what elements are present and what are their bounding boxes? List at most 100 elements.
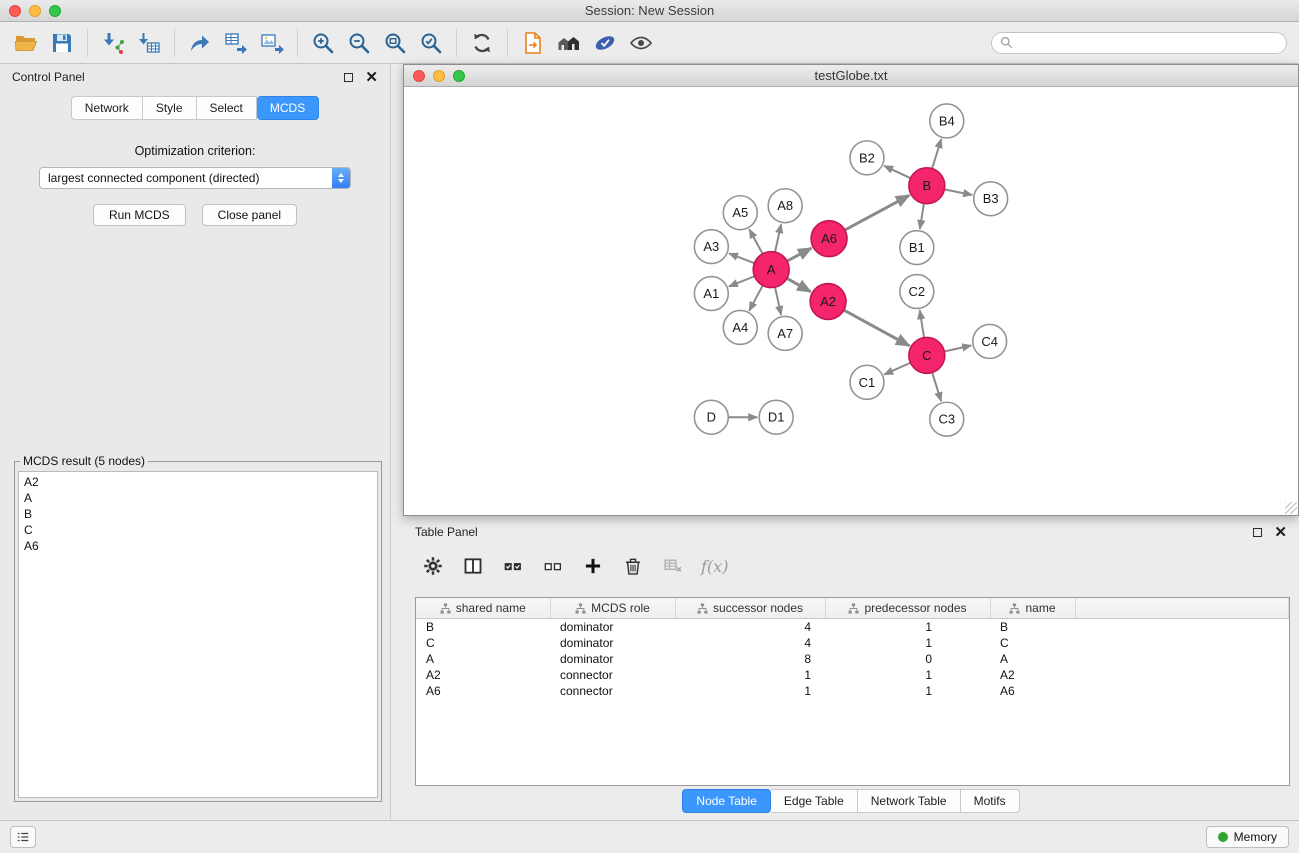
column-header-shared-name[interactable]: shared name — [416, 598, 550, 619]
mcds-result-item[interactable]: A2 — [24, 474, 372, 490]
list-icon — [16, 830, 30, 844]
application-window: Session: New Session — [0, 0, 1299, 853]
graph-node-label: A1 — [703, 286, 719, 301]
tab-network[interactable]: Network — [71, 96, 143, 120]
select-all-columns-button[interactable] — [501, 554, 525, 578]
export-table-icon — [224, 31, 248, 55]
create-column-button[interactable] — [581, 554, 605, 578]
mcds-result-item[interactable]: A — [24, 490, 372, 506]
graph-edge-C-C2[interactable] — [920, 310, 924, 337]
refresh-layout-button[interactable] — [464, 27, 500, 59]
network-minimize-button[interactable] — [433, 70, 445, 82]
graph-edge-A-A7[interactable] — [775, 287, 781, 315]
graph-edge-C-C4[interactable] — [944, 346, 971, 352]
status-bar: Memory — [0, 820, 1299, 853]
criterion-dropdown[interactable]: largest connected component (directed) — [39, 167, 351, 189]
graph-edge-B-B1[interactable] — [920, 203, 924, 228]
mcds-result-item[interactable]: B — [24, 506, 372, 522]
close-table-panel-icon[interactable]: ✕ — [1274, 525, 1287, 540]
table-row[interactable]: A6connector11A6 — [416, 683, 1289, 699]
import-network-button[interactable] — [95, 27, 131, 59]
run-mcds-button[interactable]: Run MCDS — [93, 204, 186, 226]
graphics-details-button[interactable] — [587, 27, 623, 59]
table-row[interactable]: Bdominator41B — [416, 619, 1289, 636]
show-hide-button[interactable] — [623, 27, 659, 59]
memory-button[interactable]: Memory — [1206, 826, 1289, 848]
graph-edge-C-C1[interactable] — [884, 363, 910, 375]
graph-edge-A-A2[interactable] — [787, 278, 811, 291]
zoom-selected-button[interactable] — [413, 27, 449, 59]
graph-edge-A-A6[interactable] — [787, 248, 811, 261]
graph-edge-A2-C[interactable] — [844, 310, 909, 346]
minimize-window-button[interactable] — [29, 5, 41, 17]
table-cell: 1 — [675, 667, 825, 683]
graph-edge-A-A3[interactable] — [729, 253, 754, 263]
export-network-icon — [188, 31, 212, 55]
resize-handle[interactable] — [1285, 502, 1297, 514]
import-network-icon — [101, 31, 125, 55]
graph-edge-A-A4[interactable] — [749, 285, 763, 310]
search-field[interactable] — [991, 32, 1287, 54]
graph-edge-B-B4[interactable] — [932, 139, 941, 169]
show-columns-button[interactable] — [461, 554, 485, 578]
column-header-successor-nodes[interactable]: successor nodes — [675, 598, 825, 619]
tab-select[interactable]: Select — [197, 96, 257, 120]
graph-node-label: C — [922, 348, 931, 363]
close-panel-icon[interactable]: ✕ — [365, 70, 378, 85]
graph-edge-C-C3[interactable] — [932, 373, 941, 402]
table-cell: dominator — [550, 635, 675, 651]
graph-edge-A-A8[interactable] — [775, 224, 781, 252]
float-table-panel-icon[interactable] — [1253, 528, 1262, 537]
task-history-button[interactable] — [10, 826, 36, 848]
graph-edge-B-B3[interactable] — [944, 189, 972, 195]
node-table[interactable]: shared name MCDS role successor nodes pr… — [415, 597, 1290, 786]
toolbar-separator — [297, 29, 298, 57]
search-input[interactable] — [1018, 36, 1278, 50]
zoom-fit-button[interactable] — [377, 27, 413, 59]
export-image-button[interactable] — [254, 27, 290, 59]
mcds-result-item[interactable]: A6 — [24, 538, 372, 554]
zoom-in-button[interactable] — [305, 27, 341, 59]
delete-table-button[interactable] — [661, 554, 685, 578]
column-header-name[interactable]: name — [990, 598, 1075, 619]
table-settings-button[interactable] — [421, 554, 445, 578]
export-table-button[interactable] — [218, 27, 254, 59]
tab-network-table[interactable]: Network Table — [858, 789, 961, 813]
table-row[interactable]: Cdominator41C — [416, 635, 1289, 651]
table-row[interactable]: Adominator80A — [416, 651, 1289, 667]
delete-column-button[interactable] — [621, 554, 645, 578]
tab-mcds[interactable]: MCDS — [257, 96, 319, 120]
tab-motifs[interactable]: Motifs — [961, 789, 1020, 813]
unselect-all-columns-button[interactable] — [541, 554, 565, 578]
tab-node-table[interactable]: Node Table — [682, 789, 771, 813]
zoom-out-button[interactable] — [341, 27, 377, 59]
mcds-result-list[interactable]: A2ABCA6 — [18, 471, 378, 798]
table-cell: A — [416, 651, 550, 667]
graph-edge-A-A1[interactable] — [729, 276, 755, 286]
tab-style[interactable]: Style — [143, 96, 197, 120]
graph-edge-A6-B[interactable] — [845, 195, 909, 230]
command-document-button[interactable] — [515, 27, 551, 59]
network-zoom-button[interactable] — [453, 70, 465, 82]
table-cell: B — [990, 619, 1075, 636]
mcds-result-item[interactable]: C — [24, 522, 372, 538]
save-session-button[interactable] — [44, 27, 80, 59]
table-row[interactable]: A2connector11A2 — [416, 667, 1289, 683]
network-canvas[interactable]: B4B2BB3A8A5A6A3B1AC2A1A2A4A7C4CC1DD1C3 — [404, 88, 1298, 515]
export-network-button[interactable] — [182, 27, 218, 59]
network-overview-button[interactable] — [551, 27, 587, 59]
function-builder-button[interactable]: f(x) — [701, 557, 728, 576]
float-panel-icon[interactable] — [344, 73, 353, 82]
graph-node-label: B1 — [909, 240, 925, 255]
graph-edge-B-B2[interactable] — [884, 166, 910, 178]
close-window-button[interactable] — [9, 5, 21, 17]
open-session-button[interactable] — [8, 27, 44, 59]
close-panel-button[interactable]: Close panel — [202, 204, 297, 226]
graph-edge-A-A5[interactable] — [749, 229, 762, 253]
import-table-button[interactable] — [131, 27, 167, 59]
column-header-predecessor-nodes[interactable]: predecessor nodes — [825, 598, 990, 619]
column-header-mcds-role[interactable]: MCDS role — [550, 598, 675, 619]
tab-edge-table[interactable]: Edge Table — [771, 789, 858, 813]
zoom-window-button[interactable] — [49, 5, 61, 17]
network-close-button[interactable] — [413, 70, 425, 82]
